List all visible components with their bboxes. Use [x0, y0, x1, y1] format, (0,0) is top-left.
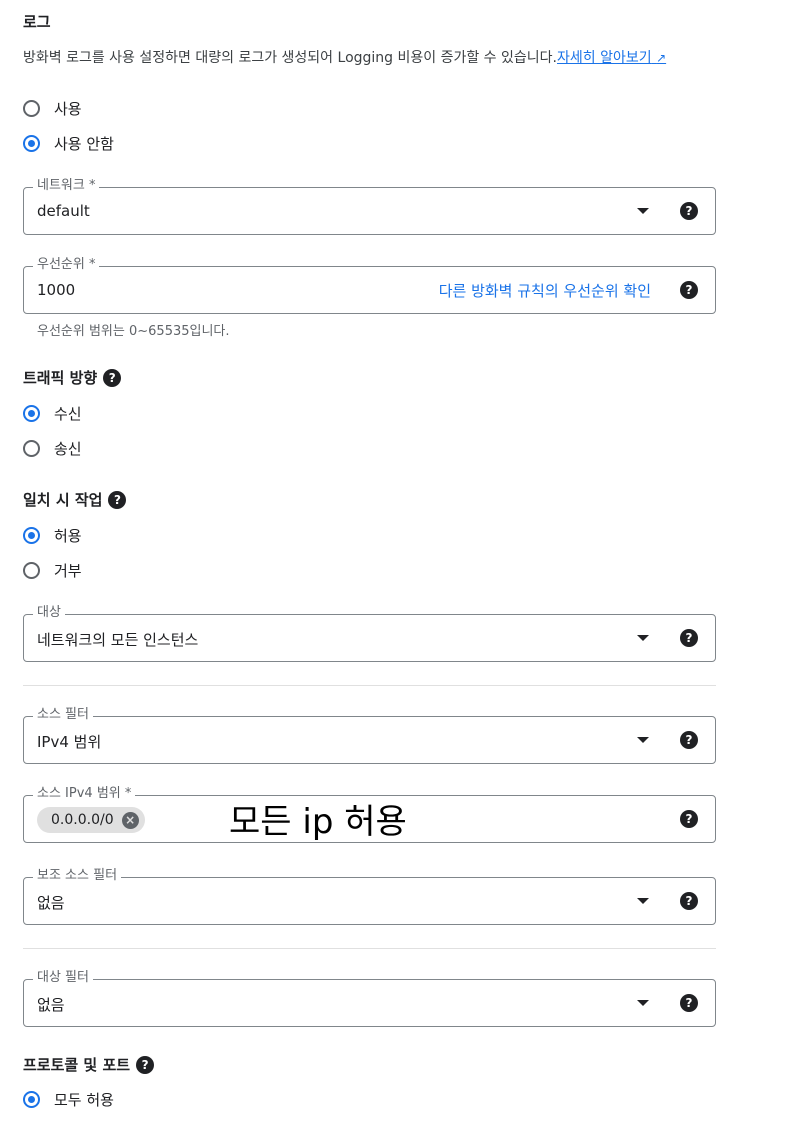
radio-label: 사용	[54, 99, 82, 118]
network-label: 네트워크 *	[33, 178, 100, 194]
source-filter-label: 소스 필터	[33, 707, 93, 723]
target-filter-value: 없음	[37, 996, 65, 1014]
help-circle-icon[interactable]: ?	[680, 202, 698, 220]
radio-button-selected[interactable]	[23, 404, 40, 422]
help-circle-icon[interactable]: ?	[680, 892, 698, 910]
direction-title: 트래픽 방향 ?	[23, 367, 122, 388]
protocols-radio-allow-all[interactable]: 모두 허용	[23, 1087, 114, 1111]
target-label: 대상	[33, 605, 65, 621]
logs-title: 로그	[23, 13, 51, 31]
secondary-source-filter-label: 보조 소스 필터	[33, 868, 122, 884]
priority-compare-link[interactable]: 다른 방화벽 규칙의 우선순위 확인	[439, 280, 651, 301]
protocols-title-text: 프로토콜 및 포트	[23, 1056, 131, 1074]
divider	[23, 948, 716, 949]
radio-button-selected[interactable]	[23, 1090, 40, 1108]
action-title: 일치 시 작업 ?	[23, 489, 127, 510]
action-radio-allow[interactable]: 허용	[23, 523, 82, 547]
divider	[23, 685, 716, 686]
secondary-source-filter-value: 없음	[37, 894, 65, 912]
source-filter-select[interactable]: 소스 필터 IPv4 범위 ?	[23, 707, 716, 764]
logs-description: 방화벽 로그를 사용 설정하면 대량의 로그가 생성되어 Logging 비용이…	[23, 49, 723, 68]
secondary-source-filter-select[interactable]: 보조 소스 필터 없음 ?	[23, 868, 716, 925]
logs-radio-off[interactable]: 사용 안함	[23, 131, 114, 155]
chip-label: 0.0.0.0/0	[51, 812, 114, 828]
radio-label: 거부	[54, 561, 82, 580]
help-circle-icon[interactable]: ?	[680, 281, 698, 299]
help-circle-icon[interactable]: ?	[136, 1055, 155, 1074]
logs-radio-on[interactable]: 사용	[23, 96, 82, 120]
help-circle-icon[interactable]: ?	[680, 731, 698, 749]
priority-hint: 우선순위 범위는 0~65535입니다.	[37, 324, 230, 339]
annotation-text: 모든 ip 허용	[229, 802, 407, 842]
radio-label: 허용	[54, 526, 82, 545]
protocols-title: 프로토콜 및 포트 ?	[23, 1054, 155, 1075]
network-select[interactable]: 네트워크 * default ?	[23, 178, 716, 235]
action-radio-deny[interactable]: 거부	[23, 558, 82, 582]
priority-label: 우선순위 *	[33, 257, 100, 273]
help-circle-icon[interactable]: ?	[680, 994, 698, 1012]
help-circle-icon[interactable]: ?	[103, 368, 122, 387]
caret-down-icon[interactable]	[637, 737, 649, 743]
radio-label: 사용 안함	[54, 134, 114, 153]
target-select[interactable]: 대상 네트워크의 모든 인스턴스 ?	[23, 605, 716, 662]
learn-more-link[interactable]: 자세히 알아보기 ↗	[557, 50, 666, 66]
external-link-icon: ↗	[656, 51, 667, 65]
target-value: 네트워크의 모든 인스턴스	[37, 631, 199, 649]
direction-radio-ingress[interactable]: 수신	[23, 401, 82, 425]
radio-label: 송신	[54, 439, 82, 458]
caret-down-icon[interactable]	[637, 1000, 649, 1006]
radio-button[interactable]	[23, 99, 40, 117]
radio-button-selected[interactable]	[23, 134, 40, 152]
caret-down-icon[interactable]	[637, 635, 649, 641]
direction-title-text: 트래픽 방향	[23, 369, 98, 387]
target-filter-select[interactable]: 대상 필터 없음 ?	[23, 970, 716, 1027]
source-ipv4-label: 소스 IPv4 범위 *	[33, 786, 136, 802]
network-value: default	[37, 202, 90, 220]
ip-range-chip[interactable]: 0.0.0.0/0 ×	[37, 807, 145, 833]
radio-button[interactable]	[23, 439, 40, 457]
radio-label: 수신	[54, 404, 82, 423]
help-circle-icon[interactable]: ?	[680, 810, 698, 828]
help-circle-icon[interactable]: ?	[680, 629, 698, 647]
caret-down-icon[interactable]	[637, 208, 649, 214]
radio-button-selected[interactable]	[23, 526, 40, 544]
radio-label: 모두 허용	[54, 1090, 114, 1109]
action-title-text: 일치 시 작업	[23, 491, 103, 509]
cancel-icon[interactable]: ×	[121, 811, 139, 829]
logs-description-text: 방화벽 로그를 사용 설정하면 대량의 로그가 생성되어 Logging 비용이…	[23, 50, 557, 66]
help-circle-icon[interactable]: ?	[108, 490, 127, 509]
target-filter-label: 대상 필터	[33, 970, 93, 986]
radio-button[interactable]	[23, 561, 40, 579]
source-filter-value: IPv4 범위	[37, 733, 102, 751]
priority-value[interactable]: 1000	[37, 281, 75, 299]
priority-field[interactable]: 우선순위 * 1000 다른 방화벽 규칙의 우선순위 확인 ?	[23, 257, 716, 314]
caret-down-icon[interactable]	[637, 898, 649, 904]
direction-radio-egress[interactable]: 송신	[23, 436, 82, 460]
